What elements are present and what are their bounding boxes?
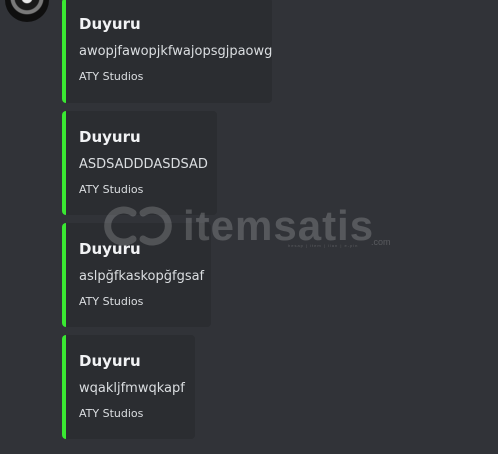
watermark-tagline: hesap | item | ilan | e-pin — [288, 243, 359, 248]
embed-footer: ATY Studios — [79, 70, 144, 83]
embed-footer: ATY Studios — [79, 295, 144, 308]
user-avatar[interactable] — [5, 0, 49, 22]
embed-card: Duyuru awopjfawopjkfwajopsgjpaowg ATY St… — [62, 0, 272, 103]
embed-title: Duyuru — [79, 352, 141, 370]
embed-description: aslpğfkaskopğfgsaf — [79, 269, 205, 284]
watermark-domain: .com — [371, 237, 391, 247]
embed-card: Duyuru wqakljfmwqkapf ATY Studios — [62, 335, 195, 439]
message-area: Duyuru awopjfawopjkfwajopsgjpaowg ATY St… — [0, 0, 498, 454]
embed-description: wqakljfmwqkapf — [79, 381, 185, 396]
embed-card: Duyuru aslpğfkaskopğfgsaf ATY Studios — [62, 223, 211, 327]
embed-title: Duyuru — [79, 240, 141, 258]
embed-description: ASDSADDDASDSAD — [79, 157, 208, 172]
embed-footer: ATY Studios — [79, 407, 144, 420]
embed-title: Duyuru — [79, 15, 141, 33]
embed-title: Duyuru — [79, 128, 141, 146]
embed-description: awopjfawopjkfwajopsgjpaowg — [79, 44, 273, 59]
embed-footer: ATY Studios — [79, 183, 144, 196]
embed-card: Duyuru ASDSADDDASDSAD ATY Studios — [62, 111, 217, 215]
